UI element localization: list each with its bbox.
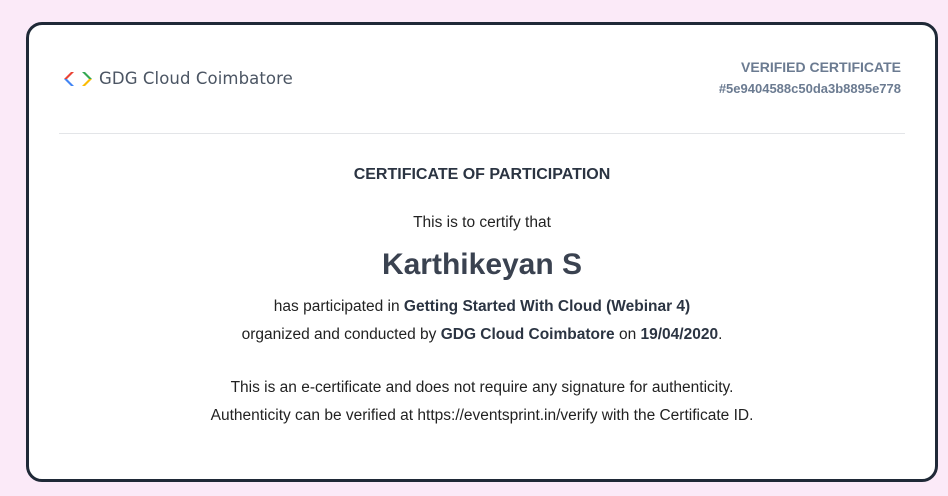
organizer-name-bold: GDG Cloud Coimbatore [440, 326, 615, 343]
certificate-id: #5e9404588c50da3b8895e778 [718, 81, 901, 96]
authenticity-note: This is an e-certificate and does not re… [29, 378, 935, 426]
certify-text: This is to certify that [413, 214, 551, 231]
organized-line: organized and conducted by GDG Cloud Coi… [29, 325, 935, 345]
participation-line: has participated in Getting Started With… [29, 297, 935, 317]
organizer-logo: GDG Cloud Coimbatore [63, 69, 293, 88]
event-name: Getting Started With Cloud (Webinar 4) [403, 298, 691, 315]
note-line-2: Authenticity can be verified at https://… [210, 407, 754, 424]
note-line-1: This is an e-certificate and does not re… [230, 379, 734, 396]
header-divider [59, 133, 905, 134]
recipient-name: Karthikeyan S [381, 248, 583, 281]
certificate-type: CERTIFICATE OF PARTICIPATION [353, 166, 611, 183]
participation-prefix: has participated in [273, 298, 404, 315]
certificate-body: CERTIFICATE OF PARTICIPATION This is to … [29, 165, 935, 426]
certificate-card: GDG Cloud Coimbatore VERIFIED CERTIFICAT… [26, 22, 938, 482]
date-suffix: . [718, 326, 723, 343]
date-prefix: on [614, 326, 641, 343]
event-date: 19/04/2020 [640, 326, 719, 343]
gdg-chevrons-icon [64, 71, 92, 86]
organizer-name: GDG Cloud Coimbatore [99, 69, 293, 88]
verified-block: VERIFIED CERTIFICATE #5e9404588c50da3b88… [719, 58, 901, 99]
verified-label: VERIFIED CERTIFICATE [741, 59, 901, 75]
certificate-header: GDG Cloud Coimbatore VERIFIED CERTIFICAT… [29, 25, 935, 135]
organized-prefix: organized and conducted by [241, 326, 441, 343]
